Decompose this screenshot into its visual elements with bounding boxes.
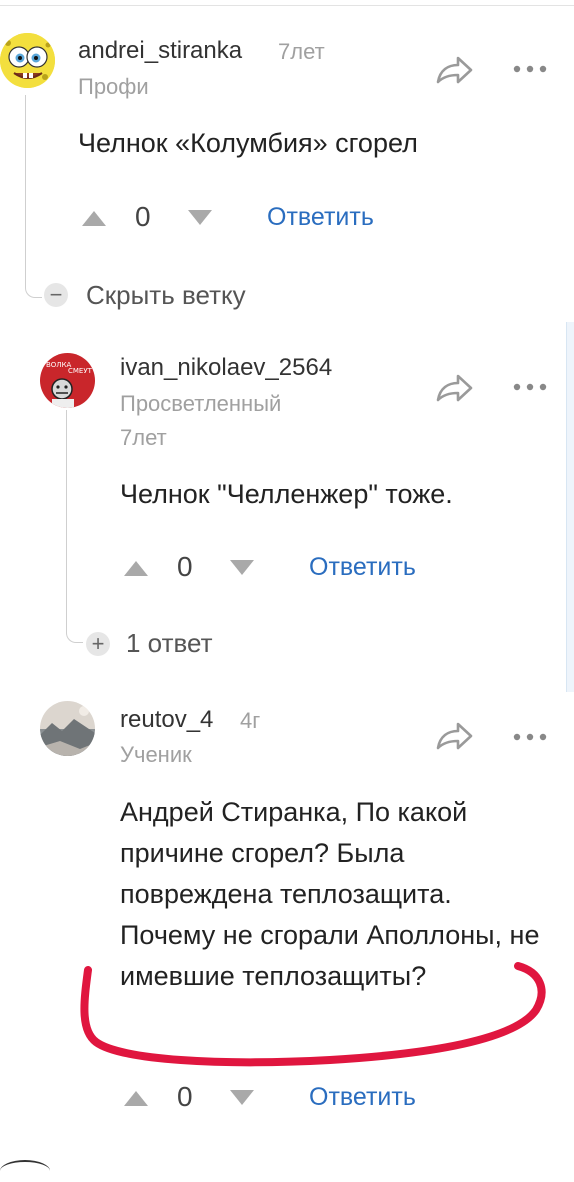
- avatar: [0, 1160, 50, 1182]
- red-annotation-stroke: [80, 962, 546, 1067]
